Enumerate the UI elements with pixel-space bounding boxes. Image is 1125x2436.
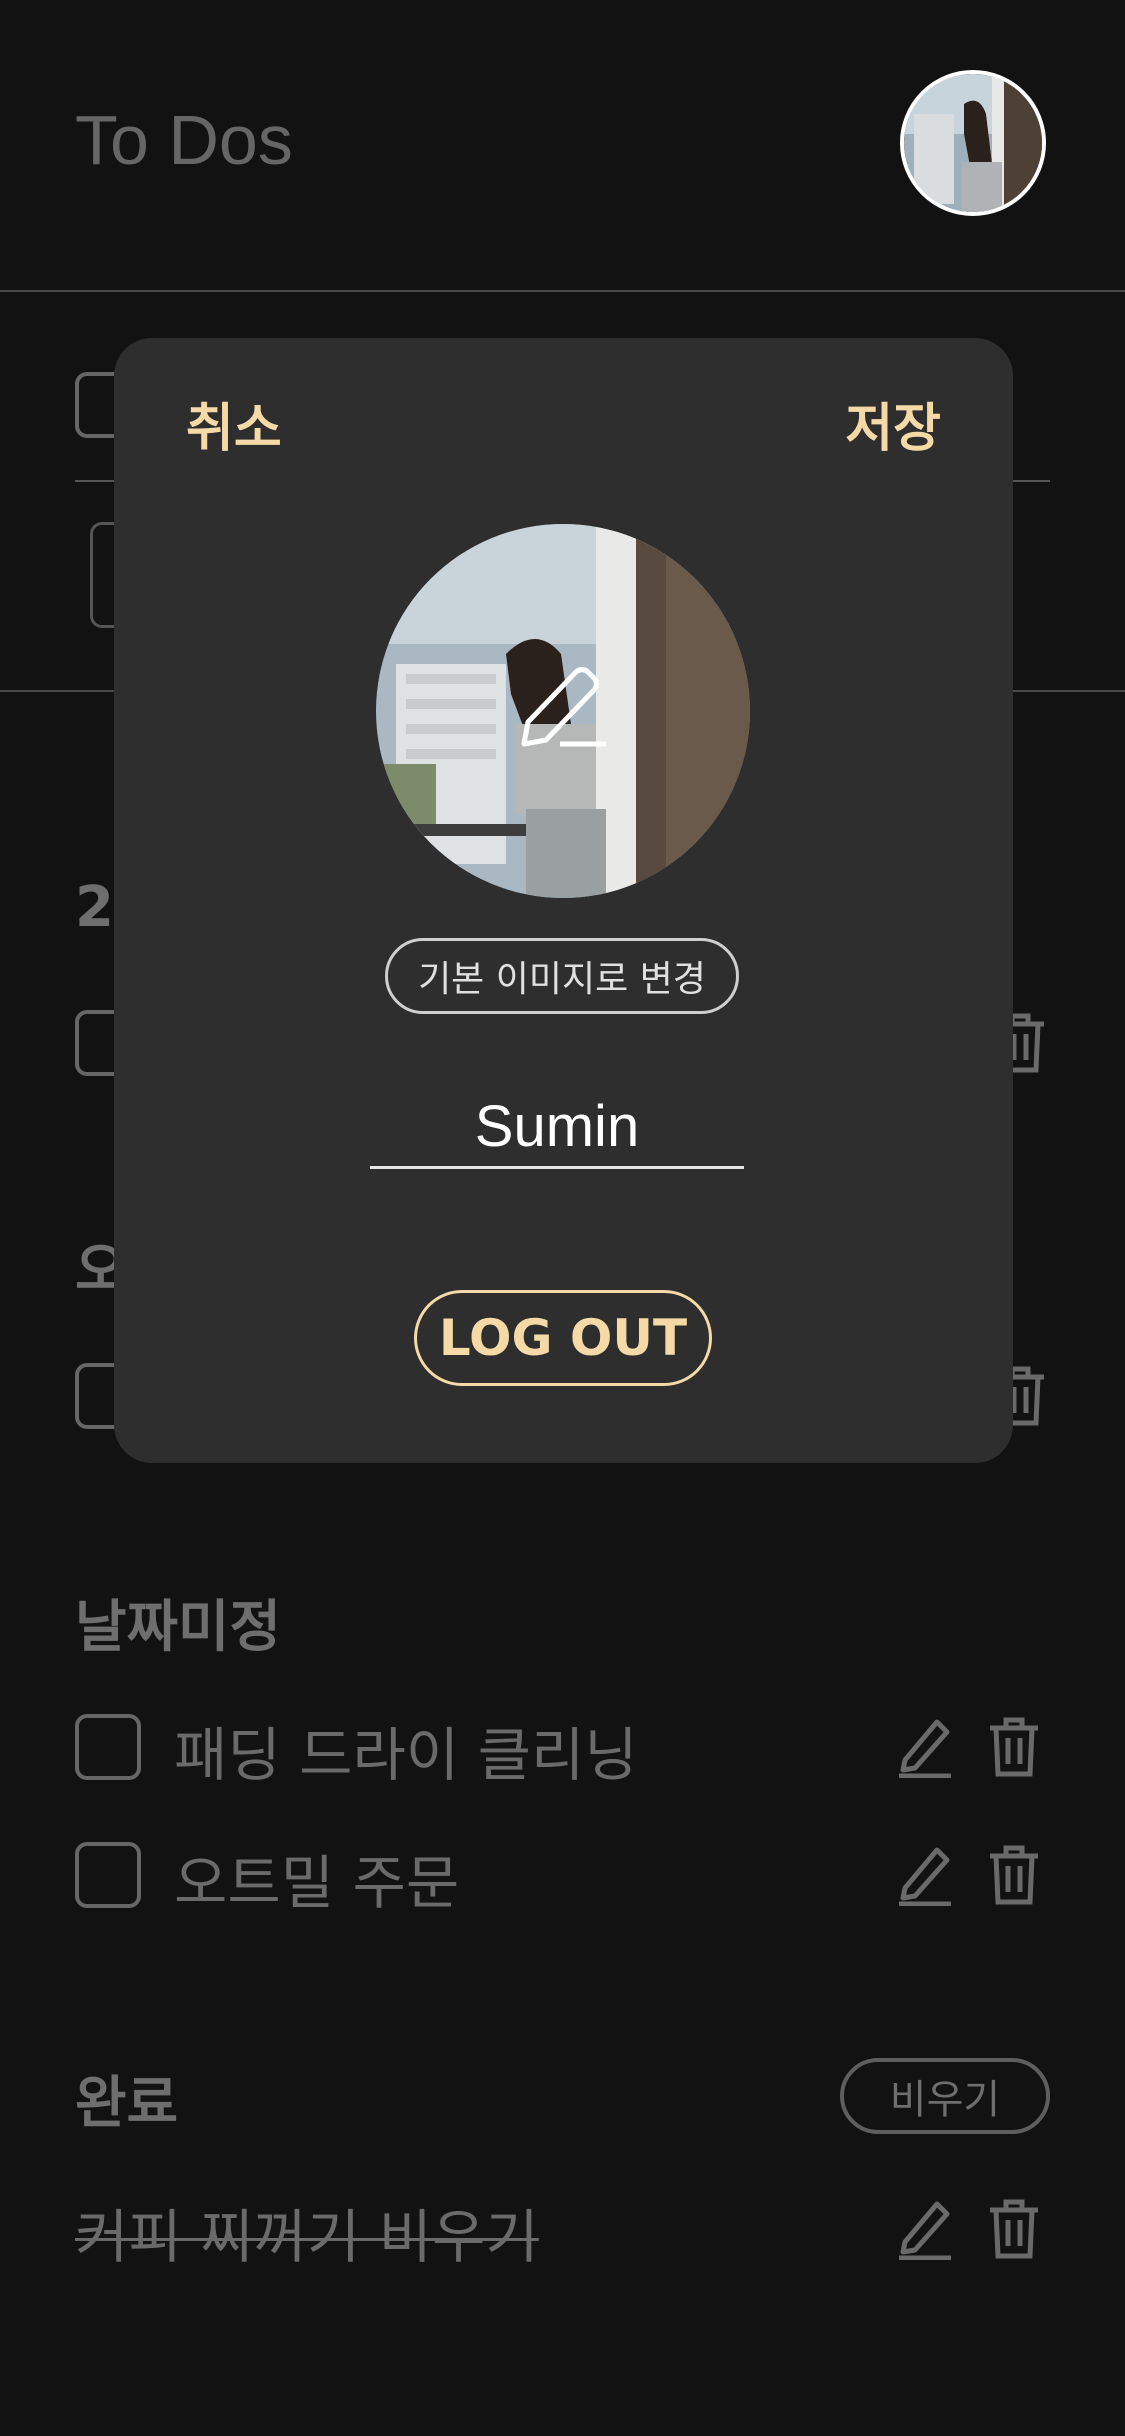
pencil-icon[interactable] [895, 1842, 955, 1910]
trash-icon[interactable] [984, 1842, 1044, 1910]
todo-text: 오트밀 주문 [174, 1849, 460, 1917]
cancel-button[interactable]: 취소 [186, 386, 282, 461]
completed-todo-text: 커피 찌꺼기 비우기 [75, 2203, 539, 2271]
completed-section-title: 완료 [75, 2071, 179, 2136]
undated-section-title: 날짜미정 [75, 1595, 282, 1660]
profile-image[interactable] [376, 524, 750, 898]
pencil-icon[interactable] [895, 2196, 955, 2264]
todo-text: 패딩 드라이 클리닝 [174, 1721, 638, 1789]
edit-pencil-icon[interactable] [516, 664, 616, 758]
save-button[interactable]: 저장 [845, 386, 941, 461]
profile-modal: 취소 저장 기본 이미지로 변경 LOG OUT [114, 338, 1013, 1463]
name-input[interactable] [370, 1086, 744, 1169]
trash-icon[interactable] [984, 1714, 1044, 1782]
logout-button[interactable]: LOG OUT [414, 1290, 712, 1386]
clear-completed-button[interactable]: 비우기 [840, 2058, 1050, 2134]
pencil-icon[interactable] [895, 1714, 955, 1782]
todo-checkbox[interactable] [75, 1842, 141, 1908]
trash-icon[interactable] [984, 2196, 1044, 2264]
page-title: To Dos [75, 101, 293, 179]
profile-avatar[interactable] [900, 70, 1046, 216]
reset-image-button[interactable]: 기본 이미지로 변경 [385, 938, 739, 1014]
header-divider [0, 290, 1125, 292]
todo-checkbox[interactable] [75, 1714, 141, 1780]
